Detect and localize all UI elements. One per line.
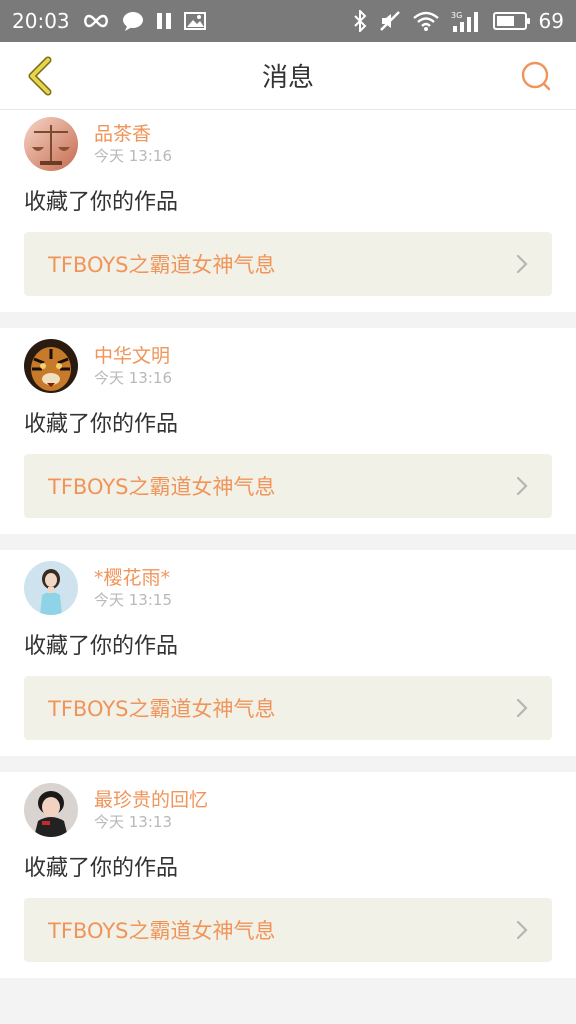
notification-list: 品茶香 今天 13:16 收藏了你的作品 TFBOYS之霸道女神气息 中华文明 …	[0, 110, 576, 978]
user-row: *樱花雨* 今天 13:15	[24, 560, 552, 616]
notification-card: 中华文明 今天 13:16 收藏了你的作品 TFBOYS之霸道女神气息	[0, 328, 576, 534]
tiger-avatar-image	[24, 339, 78, 393]
pause-icon	[156, 9, 172, 33]
back-button[interactable]	[18, 54, 62, 98]
chevron-left-icon	[28, 56, 52, 95]
avatar[interactable]	[24, 561, 78, 615]
notification-card: 最珍贵的回忆 今天 13:13 收藏了你的作品 TFBOYS之霸道女神气息	[0, 772, 576, 978]
page-title: 消息	[261, 63, 314, 93]
avatar[interactable]	[24, 783, 78, 837]
user-row: 中华文明 今天 13:16	[24, 338, 552, 394]
chevron-right-icon	[514, 253, 530, 275]
wifi-icon	[412, 9, 439, 33]
action-text: 收藏了你的作品	[24, 412, 179, 437]
username[interactable]: 品茶香	[94, 123, 172, 145]
search-icon	[521, 61, 551, 90]
boy-avatar-image	[24, 783, 78, 837]
battery-level: 69	[538, 9, 564, 33]
notification-card: *樱花雨* 今天 13:15 收藏了你的作品 TFBOYS之霸道女神气息	[0, 550, 576, 756]
notification-card: 品茶香 今天 13:16 收藏了你的作品 TFBOYS之霸道女神气息	[0, 110, 576, 312]
work-title: TFBOYS之霸道女神气息	[48, 475, 276, 499]
scales-avatar-image	[24, 117, 78, 171]
work-link[interactable]: TFBOYS之霸道女神气息	[24, 232, 552, 296]
timestamp: 今天 13:15	[94, 591, 172, 609]
search-button[interactable]	[514, 54, 558, 98]
work-link[interactable]: TFBOYS之霸道女神气息	[24, 898, 552, 962]
avatar[interactable]	[24, 339, 78, 393]
work-link[interactable]: TFBOYS之霸道女神气息	[24, 676, 552, 740]
timestamp: 今天 13:16	[94, 369, 172, 387]
mute-icon	[379, 9, 401, 33]
work-title: TFBOYS之霸道女神气息	[48, 919, 276, 943]
clock: 20:03	[12, 9, 70, 33]
username[interactable]: *樱花雨*	[94, 567, 172, 589]
signal-3g-icon: 3G	[451, 9, 481, 33]
chevron-right-icon	[514, 475, 530, 497]
work-link[interactable]: TFBOYS之霸道女神气息	[24, 454, 552, 518]
action-text: 收藏了你的作品	[24, 190, 179, 215]
action-text: 收藏了你的作品	[24, 634, 179, 659]
bluetooth-icon	[353, 9, 367, 33]
header-bar: 消息	[0, 42, 576, 110]
image-icon	[183, 9, 206, 33]
chevron-right-icon	[514, 919, 530, 941]
chevron-right-icon	[514, 697, 530, 719]
chat-icon	[122, 9, 144, 33]
work-title: TFBOYS之霸道女神气息	[48, 697, 276, 721]
action-text: 收藏了你的作品	[24, 856, 179, 881]
timestamp: 今天 13:13	[94, 813, 172, 831]
username[interactable]: 最珍贵的回忆	[94, 789, 208, 811]
timestamp: 今天 13:16	[94, 147, 172, 165]
user-row: 品茶香 今天 13:16	[24, 116, 552, 172]
user-row: 最珍贵的回忆 今天 13:13	[24, 782, 552, 838]
battery-icon	[492, 12, 530, 30]
status-bar: 20:03 3G 69	[0, 0, 576, 42]
svg-text:3G: 3G	[451, 11, 462, 20]
infinity-icon	[82, 9, 110, 33]
username[interactable]: 中华文明	[94, 345, 172, 367]
avatar[interactable]	[24, 117, 78, 171]
work-title: TFBOYS之霸道女神气息	[48, 253, 276, 277]
girl-avatar-image	[24, 561, 78, 615]
